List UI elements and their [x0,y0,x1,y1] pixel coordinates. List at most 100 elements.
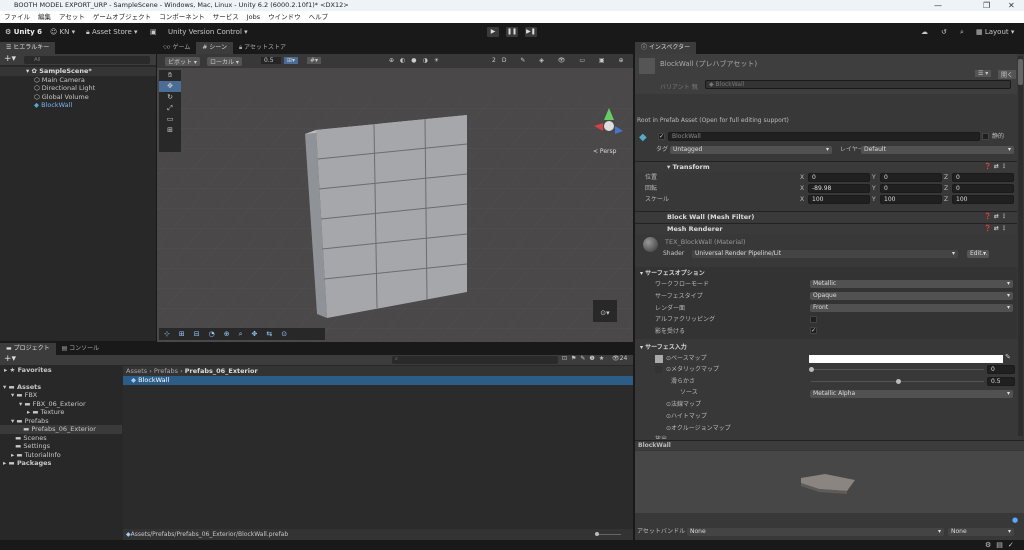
asset-variant-dropdown[interactable]: None [948,528,1014,536]
rotate-tool-icon[interactable]: ↻ [159,92,181,103]
folder-item[interactable]: ▸ ▬ Packages [0,459,122,468]
grid-button[interactable]: #▾ [307,57,322,64]
scene-viewport[interactable]: < Persp [157,68,633,342]
hand-tool-icon[interactable]: ✋︎ [159,70,181,81]
transform-z-input[interactable]: 100 [952,195,1014,204]
hierarchy-item[interactable]: ⬡ Main Camera [0,76,156,85]
pause-button[interactable]: ❚❚ [506,27,518,37]
rect-tool-icon[interactable]: ▭ [159,114,181,125]
tab-console[interactable]: ▤ コンソール [56,343,106,355]
base-color-swatch[interactable] [809,355,1003,363]
metallic-map-slot[interactable] [655,366,662,373]
layout-dropdown[interactable]: ▦ Layout ▾ [976,27,1014,38]
hierarchy-item[interactable]: ⬡ Global Volume [0,93,156,102]
folder-item[interactable]: ▬ Scenes [0,434,122,443]
transform-z-input[interactable]: 0 [952,184,1014,193]
eyedropper-icon[interactable]: ✎ [1005,353,1011,361]
shading-buttons[interactable]: ⊕◐●◑☀ [389,57,445,64]
version-control-button[interactable]: Unity Version Control ▾ [168,27,248,38]
transform-header[interactable]: ▾ Transform ❓ ⇄ ⋮ [635,161,1017,172]
shader-dropdown[interactable]: Universal Render Pipeline/Lit [692,250,958,258]
account-button[interactable]: ☺ KN ▾ [50,27,75,38]
mesh-filter-header[interactable]: Block Wall (Mesh Filter) ❓ ⇄ ⋮ [635,211,1017,222]
folder-item[interactable]: ▾ ▬ Prefabs [0,417,122,426]
step-button[interactable]: ▶❚ [525,27,537,37]
breadcrumb-prefabs[interactable]: Prefabs [154,367,178,375]
alpha-clip-checkbox[interactable] [810,316,817,323]
menu-services[interactable]: サービス [213,11,239,23]
surface-option-dropdown[interactable]: Front [810,304,1013,312]
menu-gameobject[interactable]: ゲームオブジェクト [93,11,151,23]
folder-item[interactable]: ▾ ▬ Assets [0,383,122,392]
source-dropdown[interactable]: Metallic Alpha [810,390,1013,398]
folder-item[interactable]: ▾ ▬ FBX_06_Exterior [0,400,122,409]
package-icon[interactable]: ▣ [150,27,157,38]
transform-z-input[interactable]: 0 [952,173,1014,182]
surface-inputs-title[interactable]: ▾ サーフェス入力 [640,343,687,352]
snap-input[interactable]: 0.5 [261,57,281,64]
unity-menu-button[interactable]: ⚙ Unity 6 [5,27,42,38]
hierarchy-item-selected[interactable]: ◆ BlockWall [0,101,156,110]
inspector-scrollbar[interactable] [1018,56,1023,436]
asset-bundle-dropdown[interactable]: None [687,528,944,536]
tab-hierarchy[interactable]: ☰ ヒエラルキー [0,42,56,54]
menu-component[interactable]: コンポーネント [159,11,205,23]
menu-edit[interactable]: 編集 [38,11,51,23]
slider-thumb[interactable] [809,367,814,372]
active-checkbox[interactable]: ✓ [658,133,665,140]
tab-game[interactable]: 👓︎ ゲーム [157,42,196,54]
search-filter-icons[interactable]: ⊡⚑✎❶★ [562,355,608,362]
metallic-value-input[interactable]: 0 [987,365,1015,374]
overlay-toolbar[interactable]: ⊹⊞⊟◔⊕⌕✥⇆⊙ [159,328,325,340]
menu-file[interactable]: ファイル [4,11,30,23]
smoothness-value-input[interactable]: 0.5 [987,377,1015,386]
breadcrumb-current[interactable]: Prefabs_06_Exterior [185,367,258,375]
history-icon[interactable]: ↺ [941,27,947,38]
surface-option-dropdown[interactable]: Opaque [810,292,1013,300]
layer-dropdown[interactable]: Default [861,146,1014,154]
static-checkbox[interactable] [982,133,989,140]
grid-snap-button[interactable]: ⊞▾ [284,57,299,64]
component-icons[interactable]: ❓ ⇄ ⋮ [984,224,1007,234]
asset-item[interactable]: ◆ BlockWall [123,376,633,385]
tab-asset-store[interactable]: 🔒︎ アセットストア [233,42,292,54]
blockwall-model[interactable] [305,115,468,318]
surface-option-dropdown[interactable]: Metallic [810,280,1013,288]
transform-tool-icon[interactable]: ⊞ [159,125,181,136]
create-button[interactable]: +▾ [4,354,16,364]
base-map-thumbnail[interactable] [655,355,663,363]
favorites-item[interactable]: ▸ ★ Favorites [0,366,122,375]
pivot-dropdown[interactable]: ピボット ▾ [165,57,200,66]
cloud-icon[interactable]: ☁ [921,27,928,38]
add-button[interactable]: +▾ [4,54,16,64]
preview-header[interactable]: BlockWall [635,440,1024,450]
local-dropdown[interactable]: ローカル ▾ [207,57,242,66]
transform-x-input[interactable]: 100 [808,195,870,204]
scene-row[interactable]: ▾ ✿ SampleScene* [0,67,156,76]
surface-options-title[interactable]: ▾ サーフェスオプション [640,269,705,278]
move-tool-icon[interactable]: ✥ [159,81,181,92]
menu-help[interactable]: ヘルプ [309,11,329,23]
transform-y-input[interactable]: 0 [880,184,942,193]
folder-item[interactable]: ▾ ▬ FBX [0,391,122,400]
edit-shader-button[interactable]: Edit... [967,250,989,258]
folder-item[interactable]: ▸ ▬ Texture [0,408,122,417]
tab-scene[interactable]: # シーン [196,42,233,54]
menu-assets[interactable]: アセット [59,11,85,23]
hierarchy-search-input[interactable] [24,56,150,64]
folder-item[interactable]: ▬ Settings [0,442,122,451]
asset-preview[interactable] [635,451,1024,513]
folder-item[interactable]: ▬ Prefabs_06_Exterior [0,425,122,434]
menu-jobs[interactable]: Jobs [247,11,260,23]
tab-inspector[interactable]: ⓘ インスペクター [635,42,697,54]
receive-shadows-checkbox[interactable]: ✓ [810,327,817,334]
folder-item[interactable]: ▸ ▬ TutorialInfo [0,451,122,460]
label-tag-icon[interactable]: ● [1012,516,1018,524]
component-icons[interactable]: ❓ ⇄ ⋮ [984,212,1007,222]
maximize-button[interactable]: ❐ [983,0,990,11]
asset-store-button[interactable]: 🔒︎ Asset Store ▾ [86,27,138,38]
hierarchy-item[interactable]: ⬡ Directional Light [0,84,156,93]
transform-y-input[interactable]: 0 [880,173,942,182]
overrides-dropdown[interactable]: ☰ ▾ [975,70,992,77]
component-icons[interactable]: ❓ ⇄ ⋮ [984,162,1007,172]
